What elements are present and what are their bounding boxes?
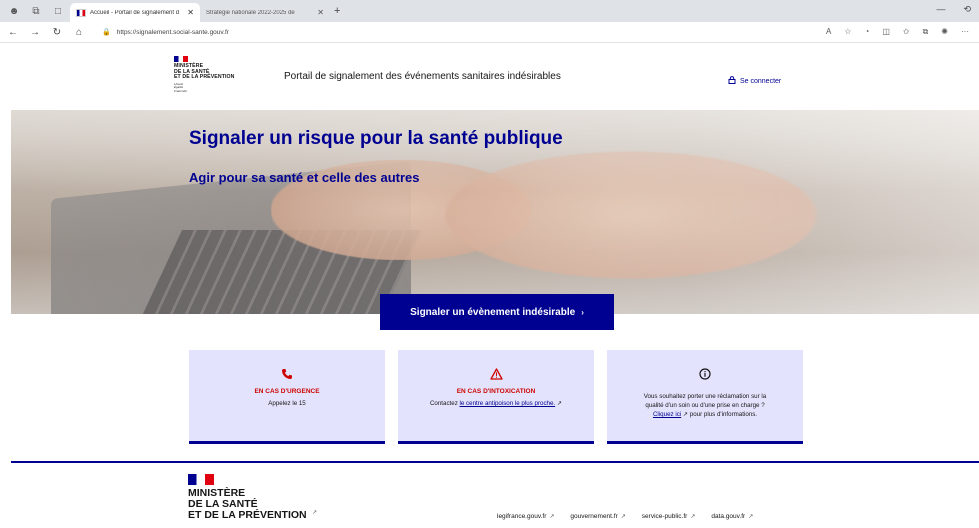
info-icon — [607, 368, 803, 382]
cta-label: Signaler un évènement indésirable — [410, 306, 576, 318]
phone-icon — [189, 368, 385, 382]
footer-link-data-gouv[interactable]: data.gouv.fr ↗ — [711, 513, 753, 520]
browser-tab[interactable]: Stratégie nationale 2022-2025 de ✕ — [200, 3, 330, 22]
footer-link-service-public[interactable]: service-public.fr ↗ — [642, 513, 696, 520]
home-icon[interactable]: ⌂ — [70, 27, 88, 38]
site-header: MINISTÈRE DE LA SANTÉ ET DE LA PRÉVENTIO… — [0, 43, 979, 110]
footer-ministry-name: MINISTÈRE DE LA SANTÉ ET DE LA PRÉVENTIO… — [188, 487, 307, 521]
restore-icon[interactable]: ⟲ — [963, 4, 971, 15]
url-text: https://signalement.social-sante.gouv.fr — [116, 28, 229, 36]
footer-divider — [11, 461, 979, 463]
site-title: Portail de signalement des événements sa… — [284, 71, 561, 82]
warning-icon — [398, 368, 594, 382]
close-tab-icon[interactable]: ✕ — [187, 8, 194, 17]
marianne-flag-icon — [174, 56, 188, 62]
footer-link-gouvernement[interactable]: gouvernement.fr ↗ — [570, 513, 625, 520]
external-link-icon: ↗ — [620, 514, 626, 520]
intoxication-card: EN CAS D'INTOXICATION Contactez le centr… — [398, 350, 594, 444]
card-body: Appelez le 15 — [268, 400, 306, 407]
extension-icon[interactable]: ◔ — [864, 27, 869, 37]
address-bar: ← → ↻ ⌂ 🔒 https://signalement.social-san… — [0, 22, 979, 43]
hero-subtitle: Agir pour sa santé et celle des autres — [189, 170, 420, 185]
report-event-button[interactable]: Signaler un évènement indésirable › — [380, 294, 614, 330]
external-link-icon: ↗ — [748, 514, 754, 520]
ministry-logo[interactable]: MINISTÈRE DE LA SANTÉ ET DE LA PRÉVENTIO… — [174, 56, 235, 94]
browser-tab-bar: ☻ ⧉ □ Accueil - Portail de signalement d… — [0, 0, 979, 22]
card-body: Contactez le centre antipoison le plus p… — [429, 400, 563, 407]
back-icon[interactable]: ← — [4, 27, 22, 38]
external-link-icon: ↗ — [555, 400, 563, 407]
url-field[interactable]: 🔒 https://signalement.social-sante.gouv.… — [102, 28, 229, 37]
profile-icon[interactable]: ☻ — [6, 3, 22, 19]
marianne-flag-icon — [188, 474, 214, 485]
card-body: Vous souhaitez porter une réclamation su… — [643, 393, 767, 418]
close-tab-icon[interactable]: ✕ — [317, 8, 324, 17]
collections-icon[interactable]: ⧉ — [923, 27, 929, 37]
workspaces-icon[interactable]: ⧉ — [28, 3, 44, 19]
favicon-icon — [76, 8, 86, 17]
tab-title: Stratégie nationale 2022-2025 de — [206, 9, 295, 16]
republic-motto: Liberté Égalité Fraternité — [174, 81, 187, 93]
antipoison-link[interactable]: le centre antipoison le plus proche. — [460, 400, 556, 407]
hero-title: Signaler un risque pour la santé publiqu… — [189, 128, 563, 149]
external-link-icon: ↗ — [549, 514, 555, 520]
favorites-icon[interactable]: ✩ — [903, 27, 910, 37]
card-heading: EN CAS D'URGENCE — [254, 388, 320, 395]
footer-ministry-logo[interactable]: MINISTÈRE DE LA SANTÉ ET DE LA PRÉVENTIO… — [188, 474, 307, 521]
chevron-right-icon: › — [581, 307, 584, 317]
toolbar-icons: A ☆ ◔ ◫ ✩ ⧉ ✺ ··· — [826, 27, 969, 37]
copilot-icon[interactable]: ✺ — [941, 27, 948, 37]
footer-links: legifrance.gouv.fr ↗ gouvernement.fr ↗ ser… — [497, 513, 753, 520]
tab-title: Accueil - Portail de signalement d — [90, 9, 180, 16]
external-link-icon: ↗ — [690, 514, 696, 520]
browser-tab-active[interactable]: Accueil - Portail de signalement d ✕ — [70, 3, 200, 22]
more-icon[interactable]: ··· — [961, 27, 969, 37]
login-label: Se connecter — [740, 77, 782, 85]
click-here-link[interactable]: Cliquez ici — [653, 411, 681, 418]
read-aloud-icon[interactable]: A — [826, 27, 831, 37]
minimize-icon[interactable]: — — [936, 4, 945, 15]
split-screen-icon[interactable]: ◫ — [882, 27, 890, 37]
external-link-icon: ↗ — [312, 510, 318, 516]
login-link[interactable]: Se connecter — [728, 76, 781, 86]
forward-icon[interactable]: → — [26, 27, 44, 38]
tab-actions-icon[interactable]: □ — [50, 3, 66, 19]
card-heading: EN CAS D'INTOXICATION — [456, 388, 536, 395]
ministry-name: MINISTÈRE DE LA SANTÉ ET DE LA PRÉVENTIO… — [174, 63, 235, 81]
refresh-icon[interactable]: ↻ — [48, 27, 66, 38]
lock-icon — [728, 76, 736, 86]
window-controls: — ⟲ — [936, 4, 971, 15]
lock-icon: 🔒 — [102, 29, 111, 36]
hero-banner: Signaler un risque pour la santé publiqu… — [11, 110, 979, 314]
complaint-card: Vous souhaitez porter une réclamation su… — [607, 350, 803, 444]
favorite-star-icon[interactable]: ☆ — [844, 27, 851, 37]
emergency-card: EN CAS D'URGENCE Appelez le 15 — [189, 350, 385, 444]
footer-link-legifrance[interactable]: legifrance.gouv.fr ↗ — [497, 513, 554, 520]
new-tab-icon[interactable]: + — [334, 5, 340, 17]
